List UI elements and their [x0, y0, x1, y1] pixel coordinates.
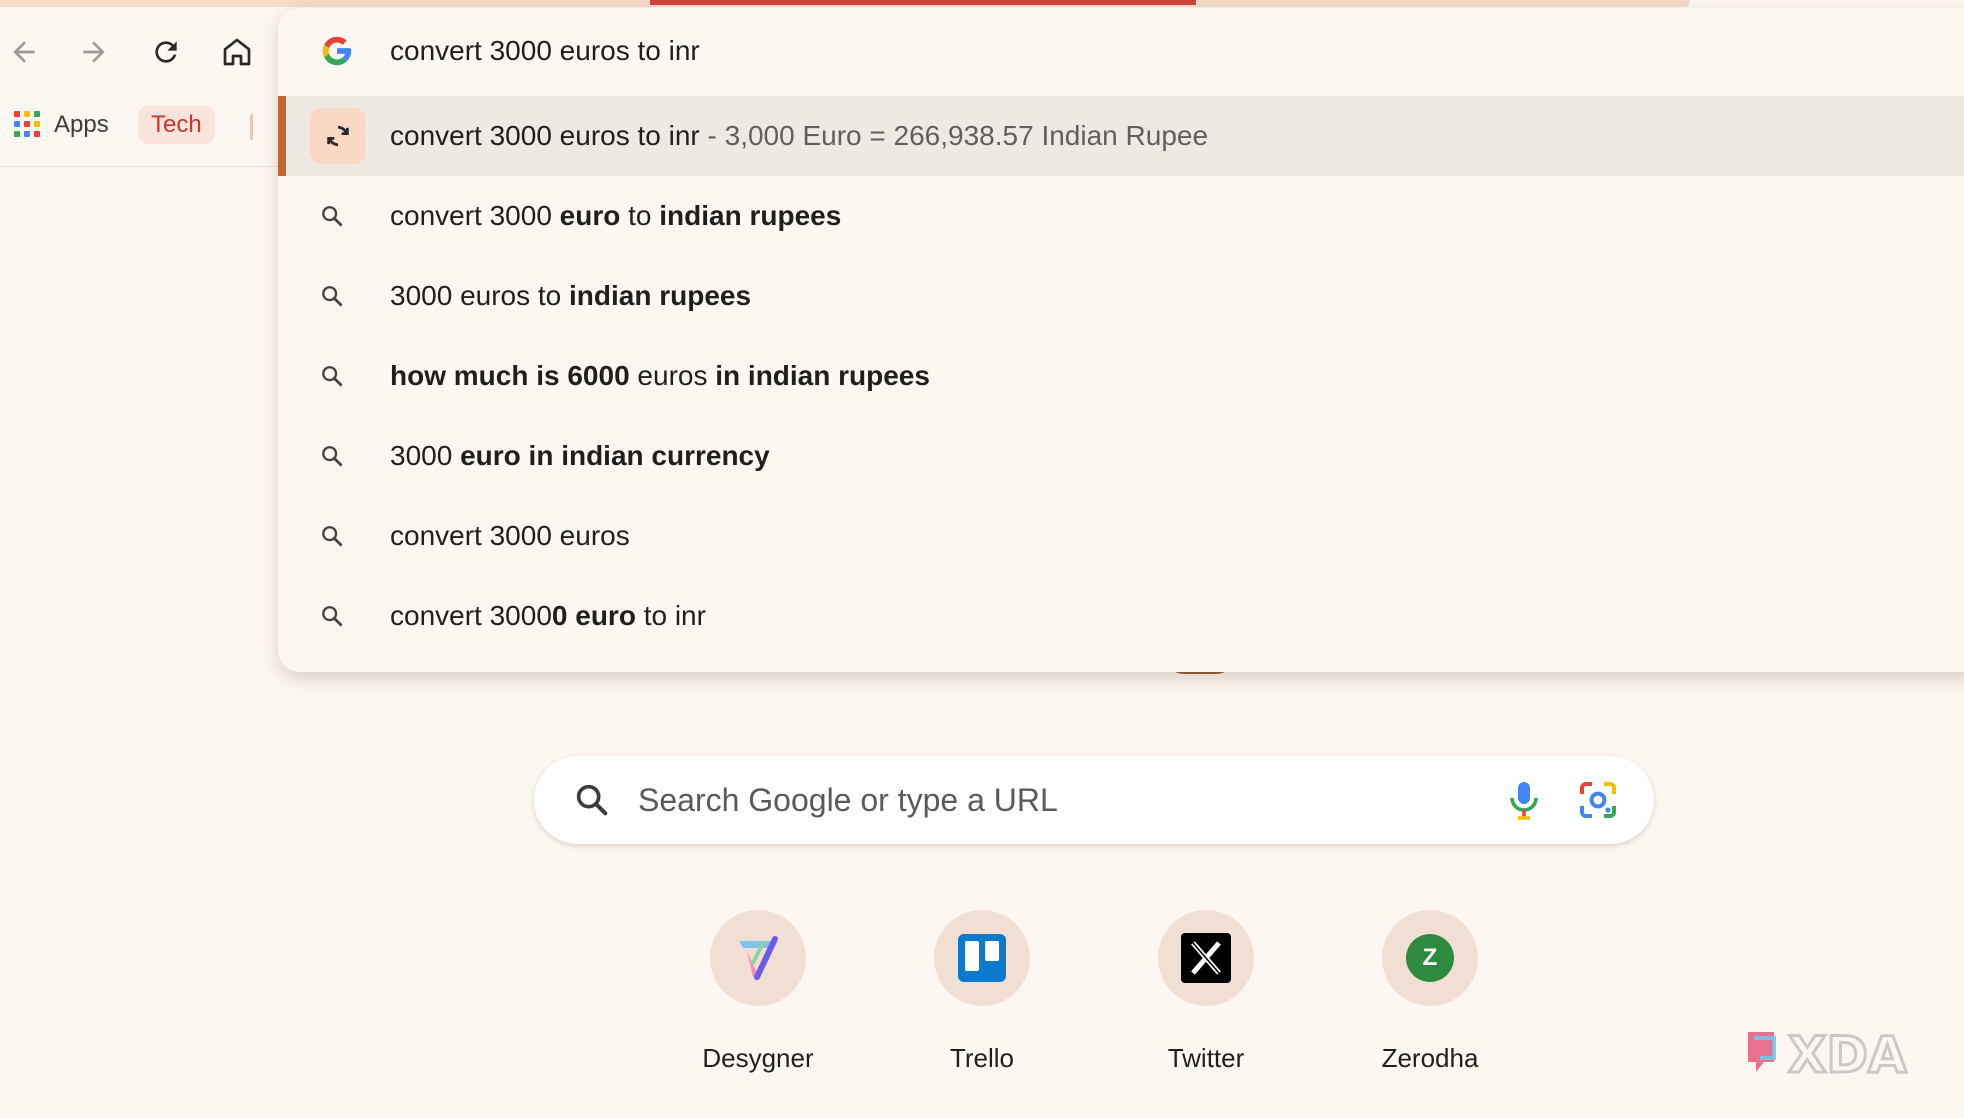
suggestion-part-bold: in indian rupees [715, 360, 930, 391]
suggestion-part: 3000 euros to [390, 280, 570, 311]
xda-logo-text: XDA [1788, 1026, 1907, 1084]
suggestion-text: convert 3000 euros [390, 516, 630, 556]
suggestion-part: convert 3000 [390, 200, 560, 231]
suggestion-text: convert 30000 euro to inr [390, 596, 706, 636]
suggestion-part: to [620, 200, 660, 231]
omnibox-input-row[interactable]: convert 3000 euros to inr [278, 8, 1964, 94]
search-placeholder[interactable]: Search Google or type a URL [638, 778, 1058, 822]
suggestion-text: convert 3000 euros to inr - 3,000 Euro =… [390, 116, 1208, 156]
suggestion-part-bold: 0 euro [551, 600, 636, 631]
search-icon [312, 516, 352, 556]
forward-button[interactable] [72, 30, 116, 74]
suggestion-item[interactable]: convert 3000 euros [278, 496, 1964, 576]
google-lens-icon[interactable] [1574, 776, 1622, 824]
omnibox-dropdown: convert 3000 euros to inr convert 3000 e… [278, 8, 1964, 672]
shortcut-tile: Z [1382, 910, 1478, 1006]
shortcut-label: Desygner [702, 1043, 814, 1073]
suggestion-item[interactable]: 3000 euros to indian rupees [278, 256, 1964, 336]
search-icon [312, 276, 352, 316]
shortcut-label: Zerodha [1381, 1043, 1479, 1073]
search-icon [312, 356, 352, 396]
suggestion-part: convert 3000 [390, 600, 552, 631]
search-icon [576, 784, 608, 816]
shortcut-tile [1158, 910, 1254, 1006]
shortcut-tile [710, 910, 806, 1006]
bookmark-tech-label: Tech [151, 111, 202, 138]
shortcut-zerodha[interactable]: Z Zerodha [1330, 910, 1530, 1080]
suggestion-text: how much is 6000 euros in indian rupees [390, 356, 930, 396]
bookmark-apps-label: Apps [54, 111, 109, 138]
xda-logo-icon: XDA [1748, 1025, 1909, 1086]
search-icon [312, 436, 352, 476]
desygner-icon [739, 936, 778, 980]
zerodha-icon: Z [1406, 934, 1454, 982]
bookmark-apps[interactable]: Apps [14, 104, 109, 146]
arrow-left-icon [13, 41, 35, 63]
shortcut-label: Trello [949, 1043, 1015, 1073]
home-icon [223, 38, 251, 66]
back-button[interactable] [2, 30, 46, 74]
arrow-right-icon [83, 41, 105, 63]
reload-icon [155, 41, 177, 63]
suggestion-part: euros [629, 360, 716, 391]
omnibox-query[interactable]: convert 3000 euros to inr [390, 32, 700, 70]
x-twitter-icon [1181, 933, 1231, 983]
search-icon [312, 596, 352, 636]
home-button[interactable] [215, 30, 259, 74]
suggestion-item[interactable]: 3000 euro in indian currency [278, 416, 1964, 496]
suggestion-text: 3000 euros to indian rupees [390, 276, 751, 316]
zerodha-icon-letter: Z [1422, 944, 1438, 971]
suggestion-answer-text: - 3,000 Euro = 266,938.57 Indian Rupee [699, 120, 1209, 151]
suggestion-part-bold: indian rupees [659, 200, 842, 231]
ntp-search-box[interactable]: Search Google or type a URL [534, 756, 1654, 844]
apps-grid-icon [14, 111, 42, 139]
suggestion-part-bold: euro [559, 200, 621, 231]
suggestion-part-bold: euro in indian currency [460, 440, 770, 471]
suggestion-query: convert 3000 euros to inr [390, 120, 700, 151]
suggestion-answer[interactable]: convert 3000 euros to inr - 3,000 Euro =… [278, 96, 1964, 176]
bookmarks-bar: Apps Tech [0, 104, 278, 164]
shortcut-label: Twitter [1167, 1043, 1245, 1073]
currency-convert-icon [310, 108, 366, 164]
microphone-icon[interactable] [1500, 776, 1548, 824]
suggestion-part: to inr [635, 600, 706, 631]
selection-indicator [278, 96, 286, 176]
suggestion-part: convert 3000 euros [390, 520, 630, 551]
suggestion-part-bold: how much is 6000 [390, 360, 630, 391]
trello-icon [958, 934, 1006, 982]
search-icon [312, 196, 352, 236]
shortcut-tile [934, 910, 1030, 1006]
suggestion-part-bold: indian rupees [569, 280, 752, 311]
shortcut-desygner[interactable]: Desygner [658, 910, 858, 1080]
reload-button[interactable] [144, 30, 188, 74]
suggestion-text: convert 3000 euro to indian rupees [390, 196, 841, 236]
bookmark-folder-tech[interactable]: Tech [138, 106, 215, 144]
suggestion-item[interactable]: convert 3000 euro to indian rupees [278, 176, 1964, 256]
suggestion-text: 3000 euro in indian currency [390, 436, 770, 476]
bookmark-separator [250, 114, 253, 140]
suggestion-item[interactable]: how much is 6000 euros in indian rupees [278, 336, 1964, 416]
suggestion-item[interactable]: convert 30000 euro to inr [278, 576, 1964, 656]
shortcut-trello[interactable]: Trello [882, 910, 1082, 1080]
toolbar-divider [0, 166, 278, 167]
google-g-icon [322, 36, 352, 66]
shortcut-twitter[interactable]: Twitter [1106, 910, 1306, 1080]
suggestion-part: 3000 [390, 440, 461, 471]
loading-progress-bar [650, 0, 1196, 5]
